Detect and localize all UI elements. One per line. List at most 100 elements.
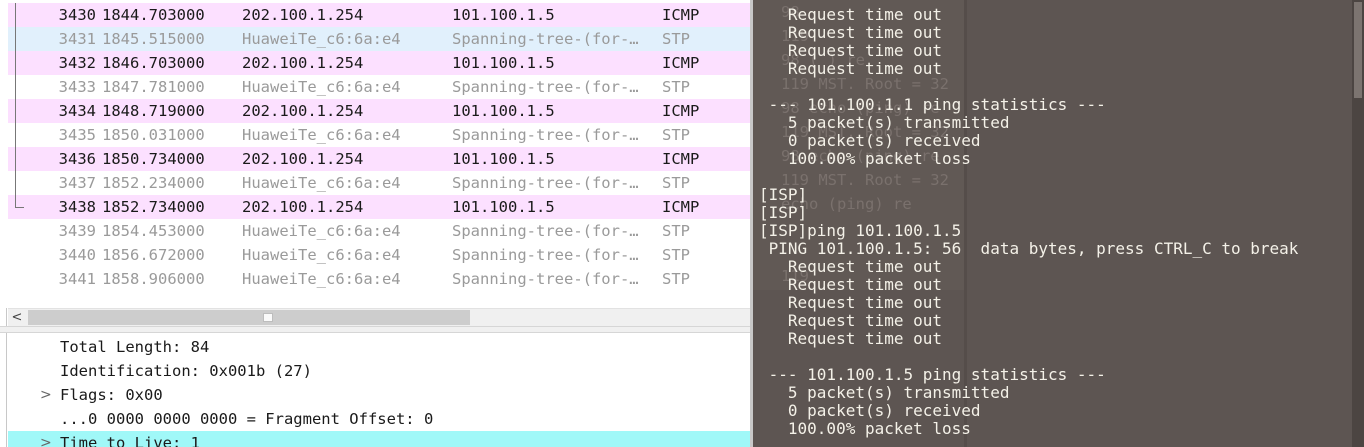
terminal-line: Request time out [759,5,943,24]
terminal-line: 0 packet(s) received [759,131,981,150]
packet-protocol: ICMP [662,198,700,216]
packet-destination: 101.100.1.5 [452,102,555,120]
packet-row[interactable]: 3434 1848.719000 202.100.1.254 101.100.1.5 I… [8,99,750,123]
packet-protocol: ICMP [662,6,700,24]
detail-field: Flags: 0x00 [60,386,163,404]
packet-row[interactable]: 3433 1847.781000 HuaweiTe_c6:6a:e4 Spanning… [8,75,750,99]
packet-time: 1852.734000 [102,198,205,216]
terminal-line: --- 101.100.1.1 ping statistics --- [759,95,1106,114]
terminal-line: --- 101.100.1.5 ping statistics --- [759,365,1106,384]
expand-chevron-icon[interactable]: > [40,431,52,447]
packet-number: 3431 [58,30,96,48]
packet-row[interactable]: 3441 1858.906000 HuaweiTe_c6:6a:e4 Spanning… [8,267,750,291]
packet-time: 1846.703000 [102,54,205,72]
packet-row[interactable]: 3439 1854.453000 HuaweiTe_c6:6a:e4 Spanning… [8,219,750,243]
pane-splitter[interactable] [0,326,750,333]
packet-number: 3436 [58,150,96,168]
packet-row[interactable]: 3431 1845.515000 HuaweiTe_c6:6a:e4 Spanning… [8,27,750,51]
packet-destination: 101.100.1.5 [452,54,555,72]
terminal-line: Request time out [759,257,943,276]
packet-row[interactable]: 3435 1850.031000 HuaweiTe_c6:6a:e4 Spanning… [8,123,750,147]
packet-row[interactable]: 3438 1852.734000 202.100.1.254 101.100.1.5 I… [8,195,750,219]
packet-source: 202.100.1.254 [242,102,364,120]
terminal-line: Request time out [759,23,943,42]
packet-protocol: ICMP [662,102,700,120]
packet-destination: Spanning-tree-(for-… [452,126,639,144]
packet-time: 1848.719000 [102,102,205,120]
terminal-line: [ISP] [759,185,808,204]
terminal-scrollbar-thumb[interactable] [1354,2,1362,98]
detail-row[interactable]: Identification: 0x001b (27) [8,359,750,383]
terminal-line: 100.00% packet loss [759,149,971,168]
detail-row[interactable]: ...0 0000 0000 0000 = Fragment Offset: 0 [8,407,750,431]
packet-protocol: STP [662,78,690,96]
terminal-line: Request time out [759,293,943,312]
packet-protocol: STP [662,222,690,240]
packet-destination: Spanning-tree-(for-… [452,222,639,240]
packet-protocol: STP [662,126,690,144]
terminal-line: Request time out [759,41,943,60]
detail-field: Identification: 0x001b (27) [60,362,312,380]
expand-chevron-icon[interactable]: > [40,383,52,407]
packet-destination: Spanning-tree-(for-… [452,78,639,96]
wireshark-pane: 3430 1844.703000 202.100.1.254 101.100.1.5 I… [0,0,750,447]
terminal-line: Request time out [759,59,943,78]
terminal-vertical-scrollbar[interactable] [1352,0,1364,447]
packet-number: 3435 [58,126,96,144]
packet-row[interactable]: 3432 1846.703000 202.100.1.254 101.100.1.5 I… [8,51,750,75]
packet-source: HuaweiTe_c6:6a:e4 [242,126,401,144]
packet-protocol: STP [662,246,690,264]
packet-number: 3440 [58,246,96,264]
detail-row[interactable]: Total Length: 84 [8,335,750,359]
packet-time: 1856.672000 [102,246,205,264]
packet-destination: 101.100.1.5 [452,198,555,216]
scrollbar-thumb[interactable] [28,310,470,325]
packet-number: 3433 [58,78,96,96]
packet-number: 3432 [58,54,96,72]
terminal-line: [ISP] [759,203,808,222]
scroll-left-arrow-icon[interactable]: < [8,309,26,326]
terminal-line: 5 packet(s) transmitted [759,383,1010,402]
packet-number: 3437 [58,174,96,192]
packet-list-horizontal-scrollbar[interactable]: < [8,308,750,326]
packet-list[interactable]: 3430 1844.703000 202.100.1.254 101.100.1.5 I… [0,0,750,308]
detail-row[interactable]: > Flags: 0x00 [8,383,750,407]
packet-number: 3439 [58,222,96,240]
packet-row[interactable]: 3430 1844.703000 202.100.1.254 101.100.1.5 I… [8,3,750,27]
packet-source: HuaweiTe_c6:6a:e4 [242,270,401,288]
packet-time: 1850.031000 [102,126,205,144]
packet-time: 1844.703000 [102,6,205,24]
packet-source: HuaweiTe_c6:6a:e4 [242,222,401,240]
packet-number: 3434 [58,102,96,120]
terminal-line: 5 packet(s) transmitted [759,113,1010,132]
scrollbar-grip-icon[interactable] [263,313,273,322]
detail-row[interactable]: > Time to Live: 1 [8,431,750,447]
packet-protocol: ICMP [662,54,700,72]
packet-source: 202.100.1.254 [242,150,364,168]
packet-time: 1852.234000 [102,174,205,192]
related-packet-bracket-end [15,207,24,208]
packet-time: 1854.453000 [102,222,205,240]
packet-destination: 101.100.1.5 [452,150,555,168]
packet-row[interactable]: 3436 1850.734000 202.100.1.254 101.100.1.5 I… [8,147,750,171]
terminal-line: [ISP]ping 101.100.1.5 [759,221,962,240]
packet-details[interactable]: Total Length: 84 Identification: 0x001b (… [8,334,750,447]
packet-time: 1845.515000 [102,30,205,48]
packet-time: 1850.734000 [102,150,205,168]
packet-source: HuaweiTe_c6:6a:e4 [242,30,401,48]
terminal-window[interactable]: 98 119 98 ( ) re 119 MST. Root = 32 98 echo … [753,0,1364,447]
terminal-line: PING 101.100.1.5: 56 data bytes, press C… [759,239,1299,258]
packet-source: 202.100.1.254 [242,6,364,24]
packet-source: 202.100.1.254 [242,198,364,216]
packet-protocol: STP [662,30,690,48]
packet-row[interactable]: 3437 1852.234000 HuaweiTe_c6:6a:e4 Spanning… [8,171,750,195]
packet-source: 202.100.1.254 [242,54,364,72]
packet-row[interactable]: 3440 1856.672000 HuaweiTe_c6:6a:e4 Spanning… [8,243,750,267]
packet-destination: Spanning-tree-(for-… [452,246,639,264]
packet-destination: 101.100.1.5 [452,6,555,24]
packet-source: HuaweiTe_c6:6a:e4 [242,78,401,96]
terminal-line: Request time out [759,329,943,348]
packet-number: 3430 [58,6,96,24]
terminal-line: Request time out [759,275,943,294]
packet-time: 1858.906000 [102,270,205,288]
